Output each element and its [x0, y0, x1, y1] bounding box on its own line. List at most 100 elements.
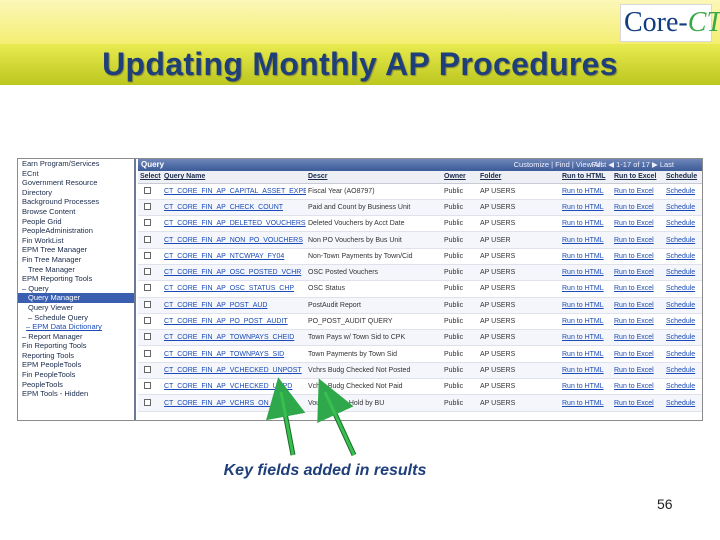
run-to-html-link[interactable]: Run to HTML	[560, 264, 612, 282]
sidebar-item[interactable]: EPM Tree Manager	[18, 245, 134, 255]
column-header[interactable]: Schedule	[664, 171, 702, 184]
select-checkbox[interactable]	[144, 284, 151, 292]
sidebar-item[interactable]: People Grid	[18, 217, 134, 227]
run-to-excel-link[interactable]: Run to Excel	[612, 264, 664, 282]
sidebar-item[interactable]: – Report Manager	[18, 332, 134, 342]
run-to-html-link[interactable]: Run to HTML	[560, 345, 612, 363]
query-name-link[interactable]: CT_CORE_FIN_AP_CHECK_COUNT	[162, 199, 306, 217]
sidebar-item[interactable]: EPM Tools - Hidden	[18, 389, 134, 399]
schedule-link[interactable]: Schedule	[664, 313, 702, 331]
select-checkbox[interactable]	[144, 219, 151, 227]
sidebar-item[interactable]: – Query	[18, 284, 134, 294]
run-to-html-link[interactable]: Run to HTML	[560, 329, 612, 347]
query-name-link[interactable]: CT_CORE_FIN_AP_CAPITAL_ASSET_EXPEND	[162, 183, 306, 200]
query-name-link[interactable]: CT_CORE_FIN_AP_VCHECKED_UNPD	[162, 378, 306, 396]
sidebar-item[interactable]: Fin Tree Manager	[18, 255, 134, 265]
sidebar-item[interactable]: Query Viewer	[18, 303, 134, 313]
query-name-link[interactable]: CT_CORE_FIN_AP_VCHRS_ON_HOLD	[162, 394, 306, 412]
schedule-link[interactable]: Schedule	[664, 362, 702, 380]
run-to-excel-link[interactable]: Run to Excel	[612, 345, 664, 363]
schedule-link[interactable]: Schedule	[664, 183, 702, 200]
sidebar-item[interactable]: Fin Reporting Tools	[18, 341, 134, 351]
query-name-link[interactable]: CT_CORE_FIN_AP_PO_POST_AUDIT	[162, 313, 306, 331]
select-checkbox[interactable]	[144, 317, 151, 325]
select-checkbox[interactable]	[144, 382, 151, 390]
select-checkbox[interactable]	[144, 202, 151, 210]
select-checkbox[interactable]	[144, 333, 151, 341]
run-to-html-link[interactable]: Run to HTML	[560, 183, 612, 200]
run-to-excel-link[interactable]: Run to Excel	[612, 231, 664, 249]
column-header[interactable]: Folder	[478, 171, 560, 184]
column-header[interactable]: Query Name	[162, 171, 306, 184]
select-checkbox[interactable]	[144, 349, 151, 357]
select-checkbox[interactable]	[144, 251, 151, 259]
run-to-html-link[interactable]: Run to HTML	[560, 297, 612, 314]
sidebar-item[interactable]: – EPM Data Dictionary	[18, 322, 134, 332]
column-header[interactable]: Run to HTML	[560, 171, 612, 184]
sidebar-item[interactable]: Reporting Tools	[18, 351, 134, 361]
sidebar-item[interactable]: PeopleAdministration	[18, 226, 134, 236]
sidebar-item[interactable]: Directory	[18, 188, 134, 198]
select-checkbox[interactable]	[144, 300, 151, 308]
query-name-link[interactable]: CT_CORE_FIN_AP_OSC_STATUS_CHP	[162, 280, 306, 298]
sidebar-item[interactable]: EPM Reporting Tools	[18, 274, 134, 284]
schedule-link[interactable]: Schedule	[664, 297, 702, 314]
sidebar-item[interactable]: Earn Program/Services	[18, 159, 134, 169]
column-header[interactable]: Select	[138, 171, 162, 184]
grid-find-links[interactable]: Customize | Find | View All	[514, 159, 602, 171]
column-header[interactable]: Run to Excel	[612, 171, 664, 184]
run-to-html-link[interactable]: Run to HTML	[560, 394, 612, 412]
query-name-link[interactable]: CT_CORE_FIN_AP_NON_PO_VOUCHERS	[162, 231, 306, 249]
sidebar-item[interactable]: Query Manager	[18, 293, 134, 303]
schedule-link[interactable]: Schedule	[664, 378, 702, 396]
schedule-link[interactable]: Schedule	[664, 394, 702, 412]
run-to-html-link[interactable]: Run to HTML	[560, 362, 612, 380]
query-name-link[interactable]: CT_CORE_FIN_AP_TOWNPAYS_CHEID	[162, 329, 306, 347]
sidebar-item[interactable]: PeopleTools	[18, 380, 134, 390]
query-name-link[interactable]: CT_CORE_FIN_AP_VCHECKED_UNPOST	[162, 362, 306, 380]
run-to-excel-link[interactable]: Run to Excel	[612, 313, 664, 331]
sidebar-item[interactable]: Government Resource	[18, 178, 134, 188]
run-to-excel-link[interactable]: Run to Excel	[612, 297, 664, 314]
sidebar-item[interactable]: Browse Content	[18, 207, 134, 217]
run-to-excel-link[interactable]: Run to Excel	[612, 215, 664, 233]
query-name-link[interactable]: CT_CORE_FIN_AP_TOWNPAYS_SID	[162, 345, 306, 363]
query-name-link[interactable]: CT_CORE_FIN_AP_POST_AUD	[162, 297, 306, 314]
run-to-excel-link[interactable]: Run to Excel	[612, 362, 664, 380]
select-checkbox[interactable]	[144, 365, 151, 373]
schedule-link[interactable]: Schedule	[664, 231, 702, 249]
run-to-excel-link[interactable]: Run to Excel	[612, 280, 664, 298]
run-to-html-link[interactable]: Run to HTML	[560, 199, 612, 217]
run-to-excel-link[interactable]: Run to Excel	[612, 248, 664, 265]
schedule-link[interactable]: Schedule	[664, 280, 702, 298]
select-checkbox[interactable]	[144, 186, 151, 194]
query-name-link[interactable]: CT_CORE_FIN_AP_DELETED_VOUCHERS	[162, 215, 306, 233]
query-name-link[interactable]: CT_CORE_FIN_AP_NTCWPAY_FY04	[162, 248, 306, 265]
select-checkbox[interactable]	[144, 398, 151, 406]
run-to-excel-link[interactable]: Run to Excel	[612, 183, 664, 200]
sidebar-item[interactable]: ECnt	[18, 169, 134, 179]
run-to-html-link[interactable]: Run to HTML	[560, 248, 612, 265]
schedule-link[interactable]: Schedule	[664, 264, 702, 282]
run-to-excel-link[interactable]: Run to Excel	[612, 329, 664, 347]
column-header[interactable]: Owner	[442, 171, 478, 184]
run-to-html-link[interactable]: Run to HTML	[560, 313, 612, 331]
run-to-html-link[interactable]: Run to HTML	[560, 378, 612, 396]
schedule-link[interactable]: Schedule	[664, 248, 702, 265]
schedule-link[interactable]: Schedule	[664, 215, 702, 233]
run-to-excel-link[interactable]: Run to Excel	[612, 199, 664, 217]
sidebar-item[interactable]: – Schedule Query	[18, 313, 134, 323]
sidebar-item[interactable]: EPM PeopleTools	[18, 360, 134, 370]
select-checkbox[interactable]	[144, 268, 151, 276]
schedule-link[interactable]: Schedule	[664, 199, 702, 217]
grid-navigation[interactable]: First ◀ 1-17 of 17 ▶ Last	[592, 159, 674, 171]
run-to-html-link[interactable]: Run to HTML	[560, 280, 612, 298]
schedule-link[interactable]: Schedule	[664, 345, 702, 363]
schedule-link[interactable]: Schedule	[664, 329, 702, 347]
sidebar-item[interactable]: Fin WorkList	[18, 236, 134, 246]
sidebar-item[interactable]: Background Processes	[18, 197, 134, 207]
sidebar-item[interactable]: Tree Manager	[18, 265, 134, 275]
run-to-excel-link[interactable]: Run to Excel	[612, 378, 664, 396]
run-to-html-link[interactable]: Run to HTML	[560, 215, 612, 233]
query-name-link[interactable]: CT_CORE_FIN_AP_OSC_POSTED_VCHR	[162, 264, 306, 282]
